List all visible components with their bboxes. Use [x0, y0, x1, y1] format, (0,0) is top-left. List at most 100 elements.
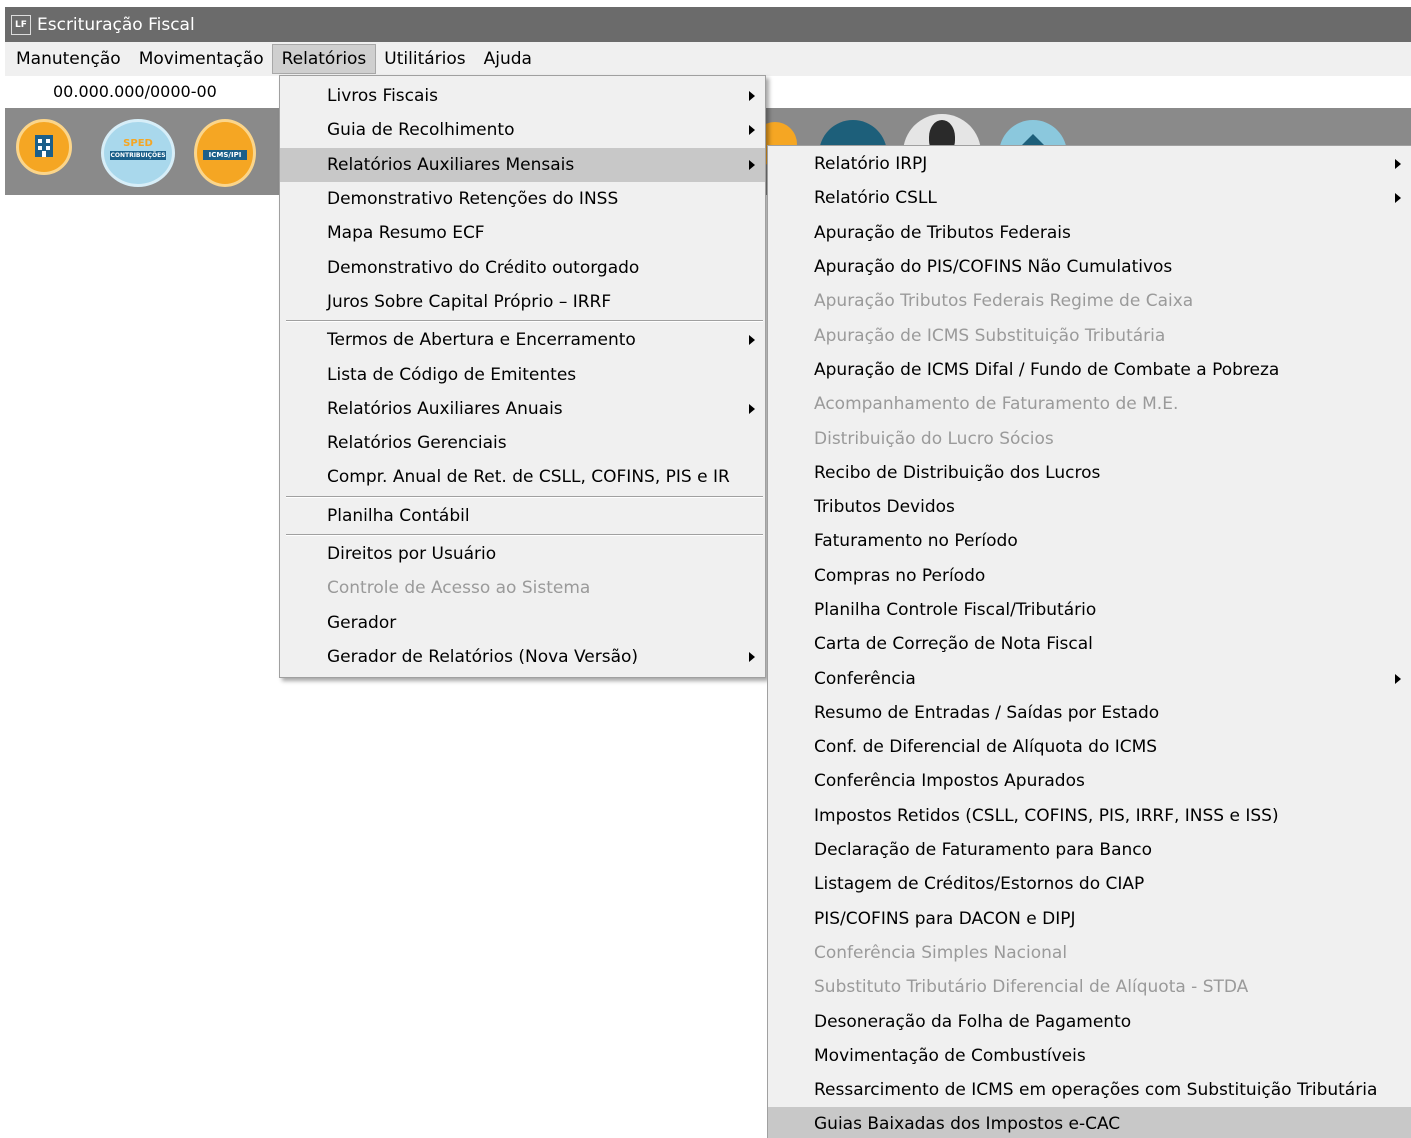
submenu-arrow-icon — [749, 159, 755, 170]
submenu-item-conferencia-impostos-apurados[interactable]: Conferência Impostos Apurados — [768, 764, 1411, 798]
sped-contribuicoes-icon[interactable]: SPED CONTRIBUIÇÕES — [101, 119, 175, 187]
submenu-item-acompanhamento-de-faturamento-de-m-e: Acompanhamento de Faturamento de M.E. — [768, 387, 1411, 421]
submenu-item-compras-no-periodo[interactable]: Compras no Período — [768, 559, 1411, 593]
menu-item-gerador-de-relatorios-nova-versao[interactable]: Gerador de Relatórios (Nova Versão) — [280, 640, 765, 674]
menu-item-guia-de-recolhimento[interactable]: Guia de Recolhimento — [280, 113, 765, 147]
window-title: Escrituração Fiscal — [37, 14, 195, 35]
submenu-arrow-icon — [749, 91, 755, 102]
menu-item-label: Controle de Acesso ao Sistema — [327, 578, 591, 599]
submenu-item-resumo-de-entradas-saidas-por-estado[interactable]: Resumo de Entradas / Saídas por Estado — [768, 696, 1411, 730]
menu-item-label: Resumo de Entradas / Saídas por Estado — [814, 702, 1160, 723]
submenu-item-movimentacao-de-combustiveis[interactable]: Movimentação de Combustíveis — [768, 1039, 1411, 1073]
menu-item-label: Juros Sobre Capital Próprio – IRRF — [327, 291, 612, 312]
submenu-arrow-icon — [749, 125, 755, 136]
menu-manutencao[interactable]: Manutenção — [7, 45, 130, 73]
submenu-item-substituto-tributario-diferencial-de-aliquota-stda: Substituto Tributário Diferencial de Alí… — [768, 970, 1411, 1004]
menu-item-label: Demonstrativo Retenções do INSS — [327, 189, 619, 210]
submenu-item-recibo-de-distribuicao-dos-lucros[interactable]: Recibo de Distribuição dos Lucros — [768, 456, 1411, 490]
menu-ajuda[interactable]: Ajuda — [475, 45, 541, 73]
menu-item-relatorios-auxiliares-anuais[interactable]: Relatórios Auxiliares Anuais — [280, 392, 765, 426]
menu-item-mapa-resumo-ecf[interactable]: Mapa Resumo ECF — [280, 216, 765, 250]
submenu-item-tributos-devidos[interactable]: Tributos Devidos — [768, 490, 1411, 524]
menu-item-label: Termos de Abertura e Encerramento — [327, 330, 636, 351]
menu-item-label: Declaração de Faturamento para Banco — [814, 840, 1153, 861]
menu-item-direitos-por-usuario[interactable]: Direitos por Usuário — [280, 537, 765, 571]
menu-item-label: Lista de Código de Emitentes — [327, 364, 577, 385]
menu-item-relatorios-auxiliares-mensais[interactable]: Relatórios Auxiliares Mensais — [280, 147, 765, 182]
submenu-item-apuracao-de-icms-substituicao-tributaria: Apuração de ICMS Substituição Tributária — [768, 318, 1411, 352]
menu-item-label: PIS/COFINS para DACON e DIPJ — [814, 908, 1076, 929]
menu-item-label: Direitos por Usuário — [327, 544, 497, 564]
menu-relatorios[interactable]: Relatórios — [271, 44, 377, 74]
menu-item-label: Demonstrativo do Crédito outorgado — [327, 257, 640, 278]
title-bar: LF Escrituração Fiscal — [5, 7, 1411, 42]
submenu-item-guias-baixadas-dos-impostos-e-cac[interactable]: Guias Baixadas dos Impostos e-CAC — [768, 1107, 1411, 1138]
contribuicoes-label: CONTRIBUIÇÕES — [110, 151, 166, 160]
company-cnpj: 00.000.000/0000-00 — [53, 82, 217, 101]
submenu-item-faturamento-no-periodo[interactable]: Faturamento no Período — [768, 524, 1411, 558]
submenu-item-apuracao-de-tributos-federais[interactable]: Apuração de Tributos Federais — [768, 216, 1411, 250]
relatorios-mensais-submenu: Relatório IRPJ Relatório CSLL Apuração de … — [767, 145, 1411, 1138]
menu-item-label: Compras no Período — [814, 565, 986, 586]
sped-label: SPED — [123, 138, 153, 149]
submenu-arrow-icon — [1395, 673, 1401, 684]
menu-item-planilha-contabil[interactable]: Planilha Contábil — [280, 499, 765, 533]
submenu-item-impostos-retidos-csll-cofins-pis-irrf-inss-e-iss[interactable]: Impostos Retidos (CSLL, COFINS, PIS, IRR… — [768, 799, 1411, 833]
submenu-item-relatorio-csll[interactable]: Relatório CSLL — [768, 181, 1411, 215]
menu-item-label: Planilha Contábil — [327, 505, 470, 526]
submenu-item-conferencia-simples-nacional: Conferência Simples Nacional — [768, 936, 1411, 970]
menu-item-label: Conferência — [814, 668, 916, 689]
menu-item-label: Relatórios Auxiliares Mensais — [327, 154, 575, 175]
menu-item-label: Relatório CSLL — [814, 188, 937, 209]
menu-item-label: Apuração do PIS/COFINS Não Cumulativos — [814, 257, 1173, 278]
submenu-item-pis-cofins-para-dacon-e-dipj[interactable]: PIS/COFINS para DACON e DIPJ — [768, 902, 1411, 936]
menu-item-demonstrativo-do-credito-outorgado[interactable]: Demonstrativo do Crédito outorgado — [280, 250, 765, 284]
building-icon[interactable] — [16, 119, 72, 175]
menu-item-label: Ressarcimento de ICMS em operações com S… — [814, 1080, 1378, 1101]
submenu-arrow-icon — [749, 335, 755, 346]
submenu-item-apuracao-de-icms-difal-fundo-de-combate-a-pobreza[interactable]: Apuração de ICMS Difal / Fundo de Combat… — [768, 353, 1411, 387]
submenu-item-distribuicao-do-lucro-socios: Distribuição do Lucro Sócios — [768, 421, 1411, 455]
menu-item-label: Relatórios Auxiliares Anuais — [327, 398, 563, 419]
submenu-item-carta-de-correcao-de-nota-fiscal[interactable]: Carta de Correção de Nota Fiscal — [768, 627, 1411, 661]
menu-item-demonstrativo-retencoes-do-inss[interactable]: Demonstrativo Retenções do INSS — [280, 182, 765, 216]
menu-item-label: Planilha Controle Fiscal/Tributário — [814, 600, 1097, 620]
menu-item-label: Conferência Simples Nacional — [814, 942, 1068, 963]
menu-item-termos-de-abertura-e-encerramento[interactable]: Termos de Abertura e Encerramento — [280, 323, 765, 357]
submenu-item-desoneracao-da-folha-de-pagamento[interactable]: Desoneração da Folha de Pagamento — [768, 1004, 1411, 1038]
menu-item-label: Apuração Tributos Federais Regime de Cai… — [814, 291, 1194, 312]
submenu-item-listagem-de-creditos-estornos-do-ciap[interactable]: Listagem de Créditos/Estornos do CIAP — [768, 867, 1411, 901]
menu-item-label: Apuração de Tributos Federais — [814, 222, 1071, 243]
menu-item-lista-de-codigo-de-emitentes[interactable]: Lista de Código de Emitentes — [280, 357, 765, 391]
menu-item-label: Relatório IRPJ — [814, 154, 928, 175]
submenu-item-apuracao-tributos-federais-regime-de-caixa: Apuração Tributos Federais Regime de Cai… — [768, 284, 1411, 318]
menu-movimentacao[interactable]: Movimentação — [130, 45, 273, 73]
submenu-arrow-icon — [749, 651, 755, 662]
menu-item-label: Faturamento no Período — [814, 531, 1018, 552]
submenu-item-relatorio-irpj[interactable]: Relatório IRPJ — [768, 147, 1411, 181]
submenu-item-apuracao-do-pis-cofins-nao-cumulativos[interactable]: Apuração do PIS/COFINS Não Cumulativos — [768, 250, 1411, 284]
menu-item-label: Impostos Retidos (CSLL, COFINS, PIS, IRR… — [814, 805, 1279, 826]
menu-item-gerador[interactable]: Gerador — [280, 605, 765, 639]
menu-item-label: Apuração de ICMS Difal / Fundo de Combat… — [814, 359, 1280, 380]
menu-item-label: Relatórios Gerenciais — [327, 433, 507, 454]
submenu-item-conferencia[interactable]: Conferência — [768, 661, 1411, 695]
submenu-arrow-icon — [1395, 159, 1401, 170]
menu-item-label: Gerador de Relatórios (Nova Versão) — [327, 646, 639, 667]
menu-item-juros-sobre-capital-proprio-irrf[interactable]: Juros Sobre Capital Próprio – IRRF — [280, 285, 765, 319]
menu-item-label: Listagem de Créditos/Estornos do CIAP — [814, 874, 1145, 895]
submenu-item-conf-de-diferencial-de-aliquota-do-icms[interactable]: Conf. de Diferencial de Alíquota do ICMS — [768, 730, 1411, 764]
menu-utilitarios[interactable]: Utilitários — [375, 45, 474, 73]
submenu-item-ressarcimento-de-icms-em-operacoes-com-substituicao-tributaria[interactable]: Ressarcimento de ICMS em operações com S… — [768, 1073, 1411, 1107]
app-icon: LF — [11, 14, 31, 35]
menu-item-livros-fiscais[interactable]: Livros Fiscais — [280, 79, 765, 113]
submenu-item-planilha-controle-fiscal-tributario[interactable]: Planilha Controle Fiscal/Tributário — [768, 593, 1411, 627]
menu-item-label: Mapa Resumo ECF — [327, 223, 485, 244]
menu-item-label: Guia de Recolhimento — [327, 120, 515, 141]
menu-item-relatorios-gerenciais[interactable]: Relatórios Gerenciais — [280, 426, 765, 460]
submenu-item-declaracao-de-faturamento-para-banco[interactable]: Declaração de Faturamento para Banco — [768, 833, 1411, 867]
menu-item-compr-anual-de-ret-de-csll-cofins-pis-e-ir[interactable]: Compr. Anual de Ret. de CSLL, COFINS, PI… — [280, 460, 765, 494]
icms-ipi-icon[interactable]: ICMS/IPI — [194, 119, 256, 187]
menu-item-label: Substituto Tributário Diferencial de Alí… — [814, 977, 1249, 998]
menu-item-label: Conf. de Diferencial de Alíquota do ICMS — [814, 737, 1158, 758]
